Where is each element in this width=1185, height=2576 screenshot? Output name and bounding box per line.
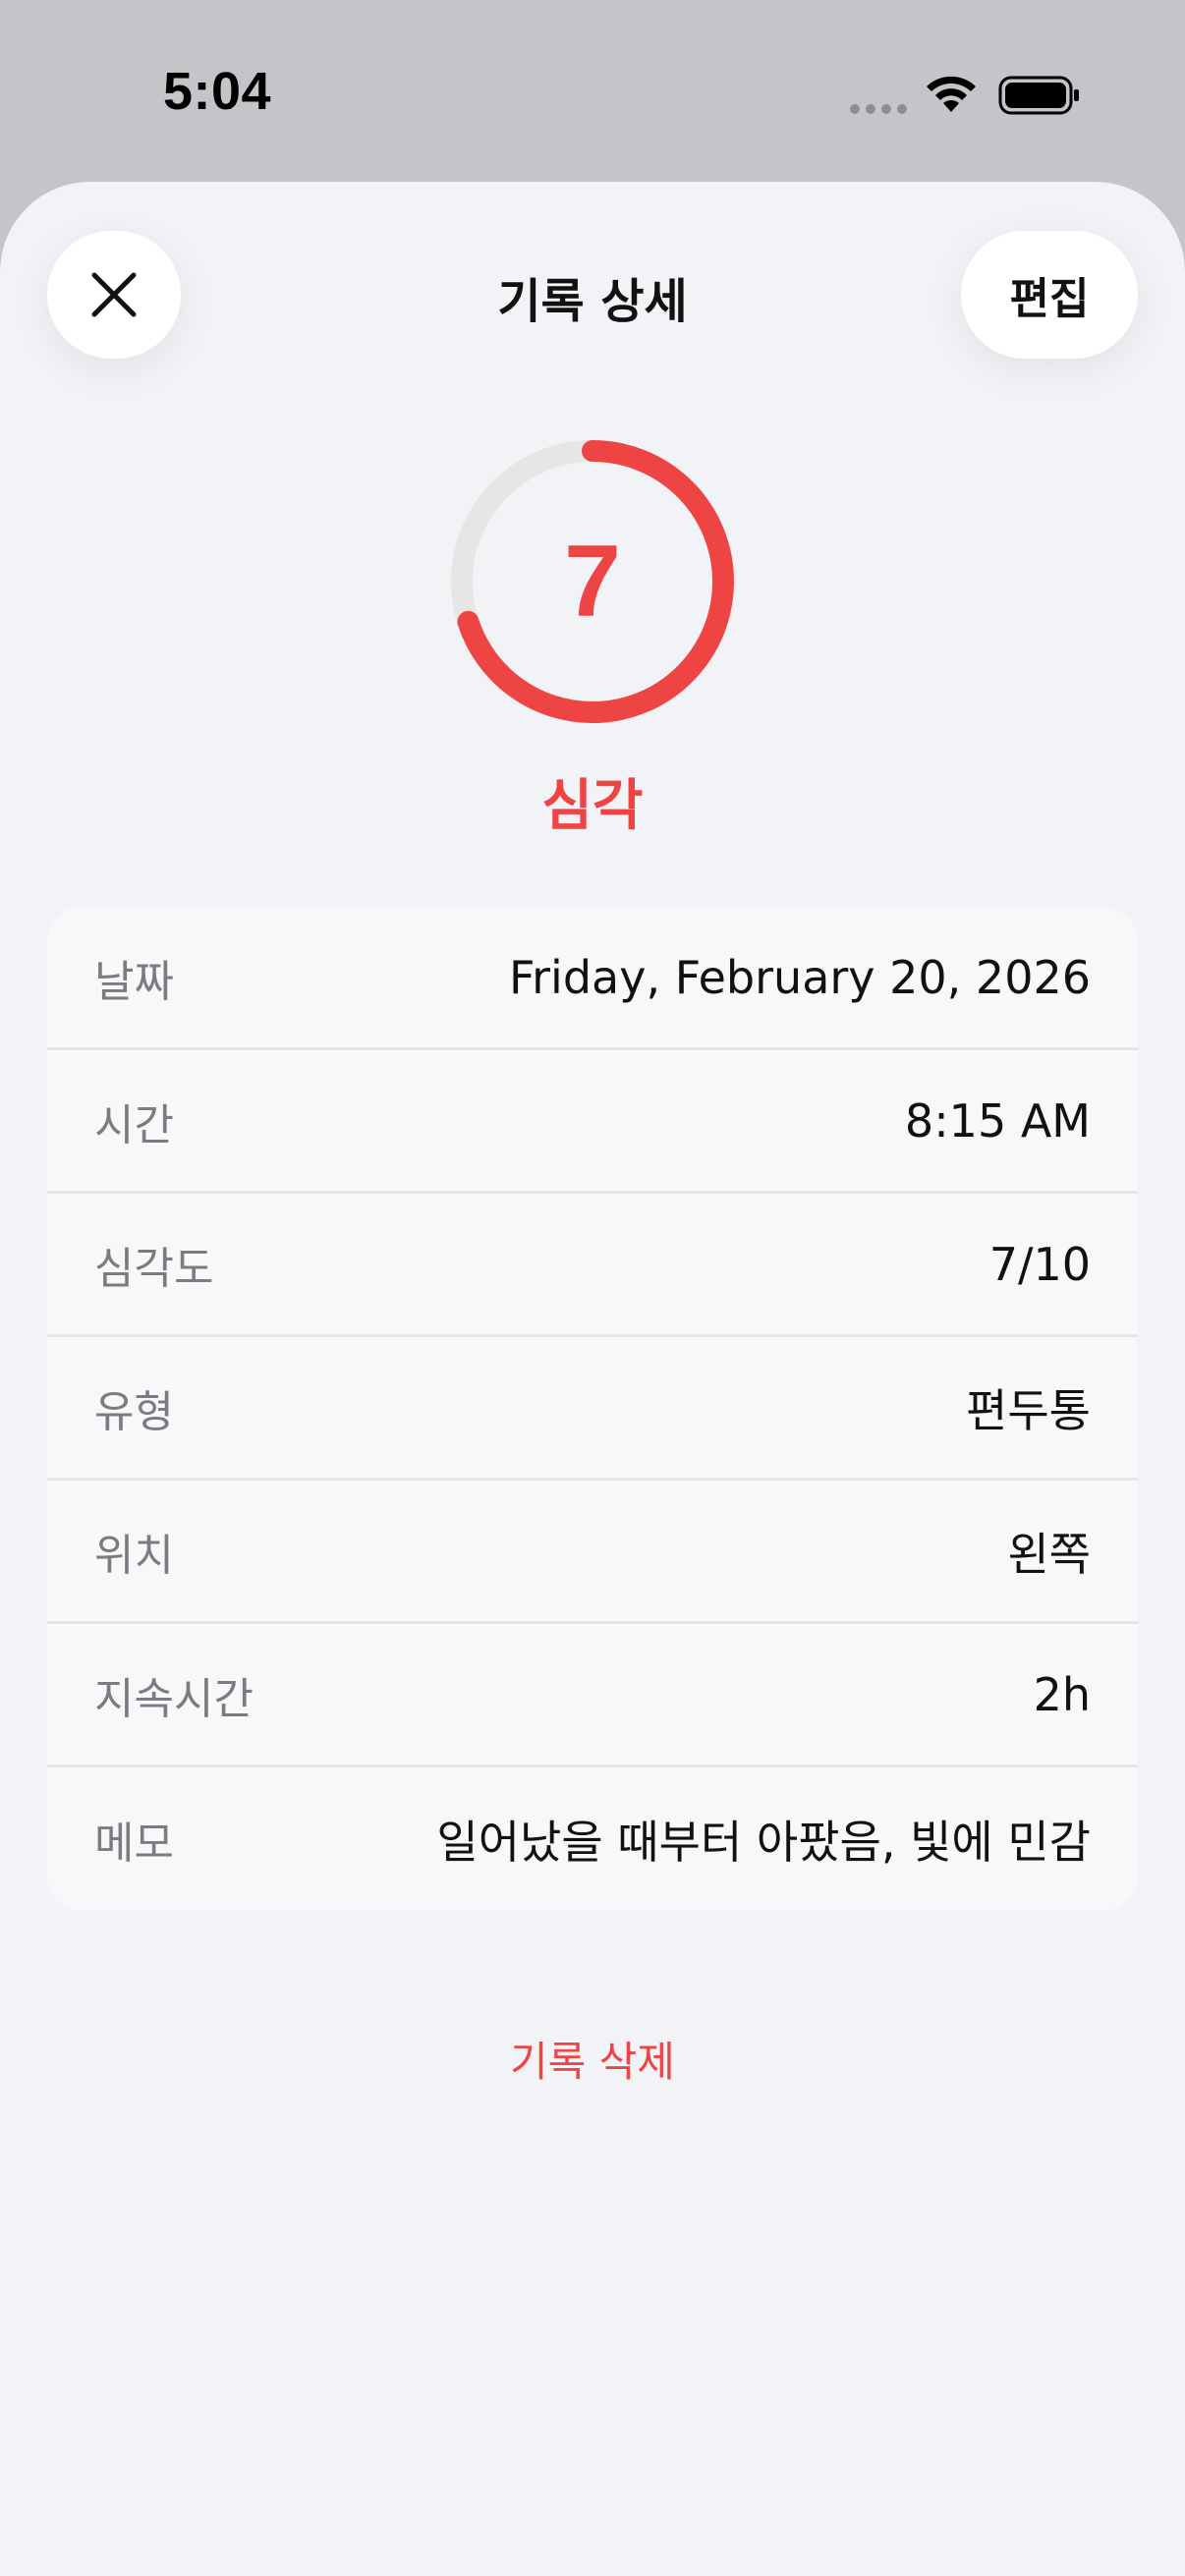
- cellular-signal-icon: [850, 104, 907, 114]
- detail-value: Friday, February 20, 2026: [509, 950, 1091, 1004]
- detail-row-time: 시간 8:15 AM: [47, 1050, 1138, 1194]
- severity-score: 7: [564, 524, 621, 639]
- detail-value: 일어났을 때부터 아팠음, 빛에 민감: [436, 1816, 1091, 1869]
- detail-label: 심각도: [94, 1243, 214, 1294]
- detail-row-memo: 메모 일어났을 때부터 아팠음, 빛에 민감: [47, 1767, 1138, 1911]
- detail-label: 메모: [94, 1819, 174, 1869]
- detail-value: 8:15 AM: [904, 1093, 1091, 1148]
- record-detail-sheet: 기록 상세 편집 7 심각 날짜 Friday, February 20, 20…: [0, 182, 1185, 2576]
- wifi-icon: [927, 76, 976, 112]
- details-card: 날짜 Friday, February 20, 2026 시간 8:15 AM …: [47, 907, 1138, 1911]
- detail-row-date: 날짜 Friday, February 20, 2026: [47, 907, 1138, 1050]
- detail-label: 지속시간: [94, 1673, 254, 1724]
- detail-value: 편두통: [966, 1383, 1091, 1437]
- battery-icon: [998, 76, 1079, 115]
- delete-record-button[interactable]: 기록 삭제: [0, 2029, 1185, 2089]
- detail-value: 2h: [1033, 1667, 1091, 1721]
- detail-row-duration: 지속시간 2h: [47, 1624, 1138, 1767]
- severity-level-label: 심각: [541, 774, 644, 838]
- detail-value: 왼쪽: [1007, 1527, 1091, 1581]
- detail-label: 유형: [94, 1386, 174, 1437]
- edit-button[interactable]: 편집: [961, 231, 1138, 359]
- status-bar: 5:04: [0, 0, 1185, 182]
- detail-label: 위치: [94, 1530, 174, 1581]
- detail-row-severity: 심각도 7/10: [47, 1194, 1138, 1337]
- status-time: 5:04: [163, 62, 272, 121]
- detail-row-type: 유형 편두통: [47, 1337, 1138, 1481]
- detail-row-location: 위치 왼쪽: [47, 1481, 1138, 1624]
- detail-label: 시간: [94, 1099, 174, 1150]
- detail-value: 7/10: [988, 1237, 1091, 1291]
- detail-label: 날짜: [94, 956, 174, 1007]
